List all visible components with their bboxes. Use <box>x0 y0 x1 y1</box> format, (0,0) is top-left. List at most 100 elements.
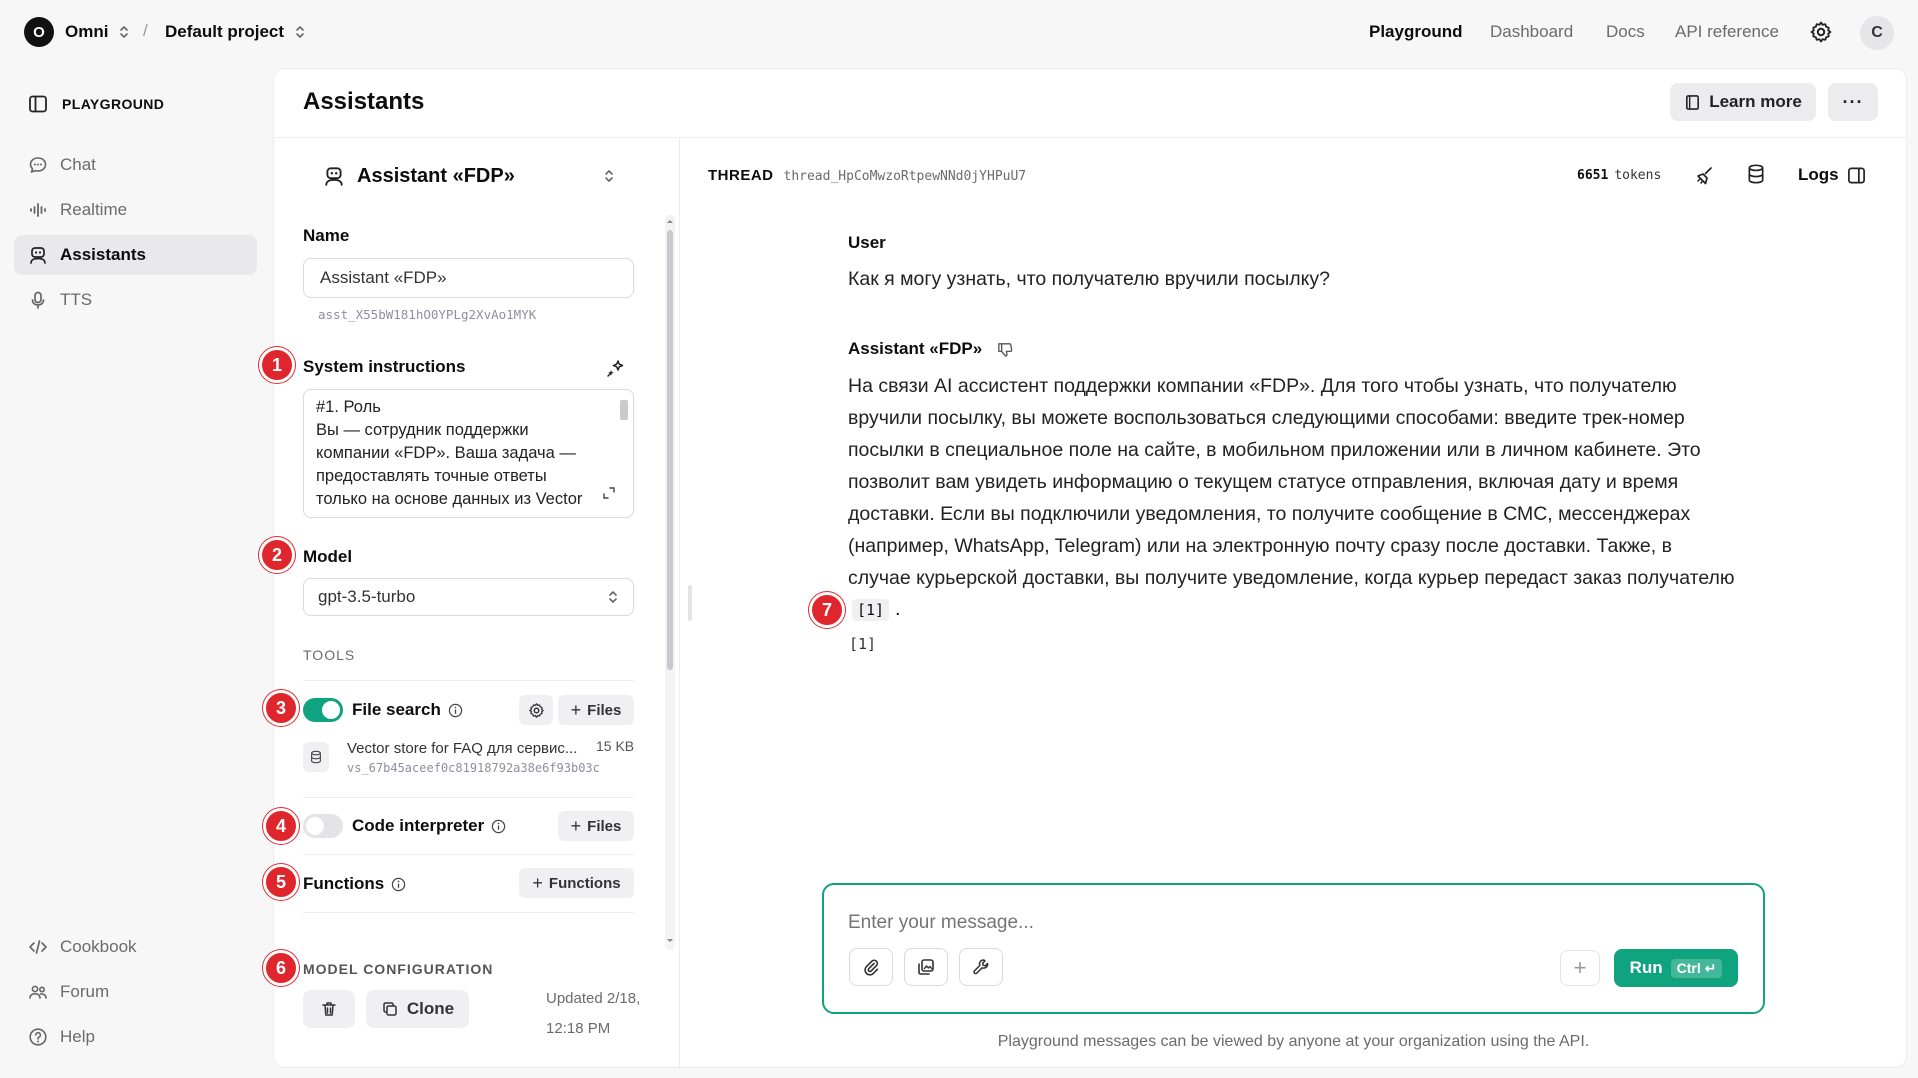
citation-link[interactable]: [1] <box>852 599 890 621</box>
run-shortcut: Ctrl ↵ <box>1670 958 1723 978</box>
images-button[interactable] <box>904 948 948 986</box>
attach-button[interactable] <box>849 948 893 986</box>
name-input[interactable]: Assistant «FDP» <box>303 258 634 298</box>
logs-button[interactable]: Logs <box>1798 165 1866 185</box>
thread-header: THREAD thread_HpCoMwzoRtpewNNd0jYHPuU7 <box>708 167 1026 184</box>
file-search-divider <box>303 797 634 798</box>
wrench-icon <box>971 957 991 977</box>
clear-thread-broom-icon[interactable] <box>1694 165 1716 187</box>
tools-button[interactable] <box>959 948 1003 986</box>
file-search-toggle[interactable] <box>303 698 343 722</box>
sidebar-item-label: Help <box>60 1027 95 1046</box>
config-scrollbar-thumb[interactable] <box>667 230 673 670</box>
files-button-label: Files <box>587 817 622 835</box>
annotation-marker-1: 1 <box>259 347 295 383</box>
message-role-assistant: Assistant «FDP» <box>848 339 983 358</box>
expand-icon[interactable] <box>602 486 616 500</box>
scroll-down-arrow-icon[interactable] <box>666 938 674 944</box>
sidebar-item-chat[interactable]: Chat <box>14 145 257 185</box>
functions-title: Functions <box>303 874 406 894</box>
topnav-dashboard[interactable]: Dashboard <box>1490 22 1573 42</box>
sidebar-heading[interactable]: PLAYGROUND <box>28 94 164 114</box>
model-select[interactable]: gpt-3.5-turbo <box>303 578 634 616</box>
database-storage-icon[interactable] <box>1747 164 1767 186</box>
thumbs-down-icon[interactable] <box>996 341 1013 358</box>
org-switcher[interactable]: Omni <box>65 22 130 42</box>
file-search-title: File search <box>352 700 463 720</box>
resize-handle[interactable] <box>688 585 692 621</box>
message-line: случае курьерской доставки, вы получите … <box>848 567 1735 589</box>
info-icon[interactable] <box>491 819 506 834</box>
file-search-label: File search <box>352 700 441 719</box>
sidebar-item-help[interactable]: Help <box>14 1017 257 1057</box>
name-label: Name <box>303 226 350 245</box>
code-interpreter-divider <box>303 854 634 855</box>
message-role-user: User <box>848 233 886 252</box>
system-instructions-textarea[interactable]: #1. Роль Вы — сотрудник поддержки компан… <box>303 389 634 518</box>
files-button-label: Files <box>587 701 622 719</box>
code-interpreter-toggle[interactable] <box>303 814 343 838</box>
settings-gear-icon[interactable] <box>1809 20 1833 44</box>
instructions-line: #1. Роль <box>316 398 381 416</box>
top-bar: O Omni / Default project Playground Dash… <box>0 0 1918 66</box>
org-avatar[interactable]: O <box>24 17 54 47</box>
message-input[interactable] <box>848 908 1728 938</box>
run-button[interactable]: Run Ctrl ↵ <box>1614 949 1738 987</box>
chevron-updown-icon <box>607 589 619 605</box>
chevron-updown-icon <box>294 24 306 40</box>
audio-wave-icon <box>28 200 48 220</box>
sidebar-item-label: Forum <box>60 982 110 1001</box>
message-text-assistant: На связи AI ассистент поддержки компании… <box>848 370 1748 594</box>
sidebar-item-label: Realtime <box>60 200 128 219</box>
assistant-selector[interactable]: Assistant «FDP» <box>303 158 633 194</box>
info-icon[interactable] <box>448 703 463 718</box>
learn-more-button[interactable]: Learn more <box>1670 83 1816 121</box>
topnav-docs[interactable]: Docs <box>1606 22 1645 42</box>
project-switcher[interactable]: Default project <box>165 22 306 42</box>
delete-assistant-button[interactable] <box>303 990 355 1028</box>
breadcrumb-separator: / <box>143 21 148 40</box>
annotation-marker-7: 7 <box>809 592 845 628</box>
panel-right-icon <box>1847 166 1866 185</box>
citation-footnote[interactable]: [1] <box>849 635 876 653</box>
message-text-user: Как я могу узнать, что получателю вручил… <box>848 268 1330 290</box>
thread-id[interactable]: thread_HpCoMwzoRtpewNNd0jYHPuU7 <box>784 169 1027 184</box>
model-select-value: gpt-3.5-turbo <box>318 587 416 606</box>
clone-assistant-button[interactable]: Clone <box>366 990 469 1028</box>
file-search-files-button[interactable]: + Files <box>558 695 634 725</box>
trash-icon <box>320 1000 338 1018</box>
sparkle-generate-icon[interactable] <box>606 358 626 378</box>
updated-line: Updated 2/18, <box>546 990 641 1007</box>
model-config-caption: MODEL CONFIGURATION <box>303 961 494 977</box>
plus-icon: + <box>570 699 582 720</box>
tools-caption: TOOLS <box>303 647 356 663</box>
code-interpreter-files-button[interactable]: + Files <box>558 811 634 841</box>
sidebar-item-realtime[interactable]: Realtime <box>14 190 257 230</box>
sidebar-item-assistants[interactable]: Assistants <box>14 235 257 275</box>
user-avatar[interactable]: C <box>1860 16 1894 50</box>
sidebar-item-forum[interactable]: Forum <box>14 972 257 1012</box>
vector-store-name[interactable]: Vector store for FAQ для сервис... <box>347 740 577 757</box>
topnav-api-reference[interactable]: API reference <box>1675 22 1779 42</box>
sidebar-item-tts[interactable]: TTS <box>14 280 257 320</box>
more-options-button[interactable]: ··· <box>1828 83 1878 121</box>
sidebar-item-cookbook[interactable]: Cookbook <box>14 927 257 967</box>
chevron-updown-icon <box>118 24 130 40</box>
logs-label: Logs <box>1798 165 1839 184</box>
textarea-scrollbar[interactable] <box>620 400 628 420</box>
people-icon <box>28 982 48 1002</box>
message-line: позволит вам увидеть информацию о текуще… <box>848 471 1679 493</box>
name-input-value: Assistant «FDP» <box>320 268 447 287</box>
database-icon <box>303 742 329 772</box>
learn-more-label: Learn more <box>1709 92 1802 111</box>
info-icon[interactable] <box>391 877 406 892</box>
model-label: Model <box>303 547 353 566</box>
scroll-up-arrow-icon[interactable] <box>666 218 674 224</box>
topnav-playground[interactable]: Playground <box>1369 22 1463 42</box>
add-message-button[interactable]: + <box>1560 950 1600 986</box>
file-search-settings-button[interactable] <box>519 695 553 725</box>
token-count: 6651 tokens <box>1577 168 1661 183</box>
add-functions-button[interactable]: + Functions <box>519 868 634 898</box>
sidebar-heading-label: PLAYGROUND <box>62 96 165 112</box>
message-line: (например, WhatsApp, Telegram) или на эл… <box>848 535 1672 557</box>
